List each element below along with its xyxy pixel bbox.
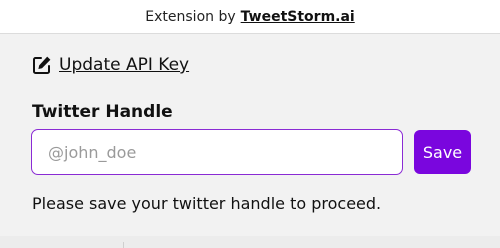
update-api-key-label: Update API Key [59,55,190,75]
edit-icon [32,55,52,75]
divider [123,242,124,248]
update-api-key-link[interactable]: Update API Key [32,55,189,75]
twitter-handle-input[interactable] [31,129,403,175]
brand-link[interactable]: TweetStorm.ai [241,9,355,25]
extension-header: Extension by TweetStorm.ai [0,0,500,34]
twitter-handle-label: Twitter Handle [32,102,173,122]
footer-strip [0,236,500,248]
status-message: Please save your twitter handle to proce… [32,194,382,213]
save-button[interactable]: Save [414,130,471,174]
header-prefix: Extension by [145,8,236,25]
